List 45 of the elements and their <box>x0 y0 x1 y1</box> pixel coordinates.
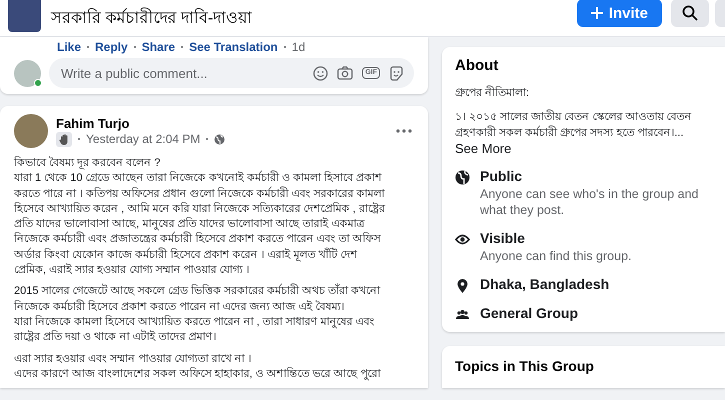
camera-icon[interactable] <box>337 66 354 80</box>
comment-action-link[interactable]: Share <box>142 40 176 54</box>
post-paragraph: কিভাবে বৈষম্য দূর করবেন বলেন ? যারা 1 থেকে 10 গ্রেডে আছেন তারা নিজেকে কখনোই কর্মচারী ও কামলা হিসাবে প্রকাশ করতে পারে না । কতিপয় অফিসের প্রধান গুলো নিজেকে কর্মচারী এবং সরকারের কামলা হিসেবে আখ্যায়িত করেন , আমি মনে করি যারা নিজেকে সত্যিকারের দেশপ্রেমিক , রাষ্ট্রের প্রতি যাদের ভালোবাসা আছে, মানুষের প্রতি যাদের ভালোবাসা আছে তারাই একমাত্র নিজেকে কর্মচারী এবং প্রজাতন্ত্রের কর্মচারী হিসেবে প্রকাশ করতে পারেন এবং তা অফিস অর্ডার কিংবা যেকোন কাজে কর্মচারী হিসেবে প্রকাশ করেন । এরাই মূলত খাঁটি দেশ প্রেমিক, এরাই স্যার হওয়ার যোগ্য সম্মান পাওয়ার যোগ্য । <box>14 156 386 278</box>
about-item-title: General Group <box>480 305 578 321</box>
search-icon <box>682 5 698 21</box>
globe-icon <box>214 134 226 144</box>
about-item-title: Dhaka, Bangladesh <box>480 276 610 292</box>
topics-title: Topics in This Group <box>442 346 725 388</box>
people-icon <box>455 307 470 322</box>
plus-icon <box>590 7 603 19</box>
separator-dot <box>206 138 208 140</box>
avatar <box>14 60 41 86</box>
separator-dot <box>181 46 184 48</box>
about-title: About <box>455 57 500 74</box>
rules-text: ১। ২০১৫ সালের জাতীয় বেতন স্কেলের আওতায় বেতন গ্রহণকারী সকল কর্মচারী গ্রুপের সদস্য হতে পারবেন।... <box>455 111 692 139</box>
author-name-link[interactable]: Fahim Turjo <box>56 116 384 130</box>
smiley-icon[interactable] <box>313 66 328 80</box>
eye-icon <box>455 232 470 247</box>
separator-dot <box>78 138 80 140</box>
about-item-title: Visible <box>480 230 526 246</box>
separator-dot <box>134 46 136 48</box>
see-more-link[interactable]: See More <box>455 141 512 157</box>
post-paragraph: এরা স্যার হওয়ার এবং সম্মান পাওয়ার যোগ্যতা রাখে না । এদের কারণে আজ বাংলাদেশের সকল অফিসে হাহাকার, ও অশান্তিতে ভরে আছে পুরো <box>14 352 382 382</box>
post-paragraph: 2015 সালের গেজেটে আছে সকলে গ্রেড ভিত্তিক সরকারের কর্মচারী অথচ তাঁরা কখনো নিজেকে কর্মচারী হিসেবে প্রকাশ করতে পারেন না এদের জন্য আজ এই বৈষম্য। যারা নিজেকে কামলা হিসেবে আখ্যায়িত করতে পারেন না , তারা সাধারণ মানুষের এবং রাষ্ট্রের প্রতি দয়া ও থাকে না এটাই তাদের প্রমাণ। <box>14 284 382 346</box>
comment-action-link[interactable]: Like <box>57 40 82 54</box>
separator-dot <box>284 46 286 48</box>
ellipsis-icon <box>396 129 412 133</box>
comment-action-link[interactable]: Reply <box>95 40 128 54</box>
location-pin-icon <box>455 278 470 293</box>
search-button[interactable] <box>671 0 709 27</box>
about-item-title: Public <box>480 168 524 184</box>
separator-dot <box>87 46 90 48</box>
sticker-icon[interactable] <box>389 66 404 80</box>
comment-action-link[interactable]: See Translation <box>189 40 278 54</box>
post-time-link[interactable]: Yesterday at 2:04 PM <box>86 132 200 146</box>
group-photo-placeholder <box>8 0 41 32</box>
group-title: সরকারি কর্মচারীদের দাবি-দাওয়া <box>51 6 254 28</box>
hand-icon <box>59 134 69 144</box>
invite-button[interactable]: Invite <box>576 0 662 27</box>
about-item-description: Anyone can find this group. <box>480 248 632 264</box>
rules-title: গ্রুপের নীতিমালা: <box>455 84 530 101</box>
comment-time: 1d <box>292 40 306 54</box>
globe-icon <box>455 170 470 185</box>
avatar <box>14 114 48 148</box>
about-item-description: Anyone can see who's in the group and what they post. <box>480 186 700 218</box>
